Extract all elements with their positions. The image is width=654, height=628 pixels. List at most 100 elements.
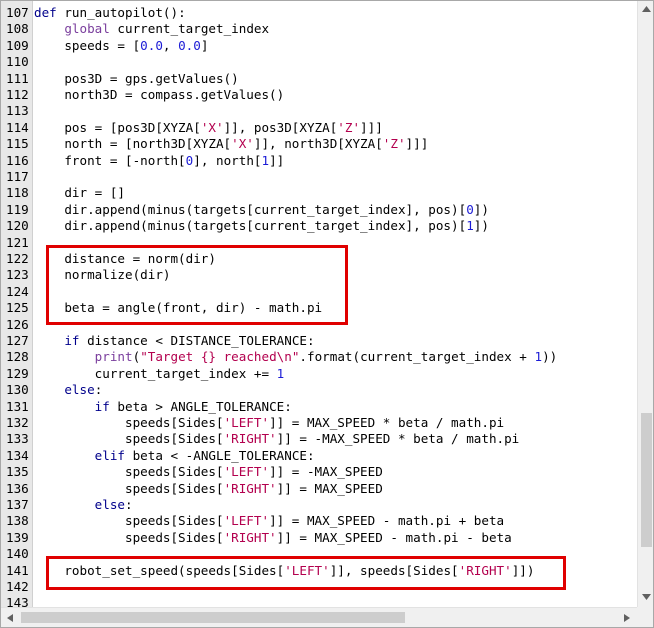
- code-token: 'RIGHT': [223, 431, 277, 447]
- line-number: 116: [6, 152, 29, 168]
- code-line[interactable]: 137 else:: [1, 497, 637, 513]
- code-line[interactable]: 131 if beta > ANGLE_TOLERANCE:: [1, 399, 637, 415]
- line-number: 112: [6, 87, 29, 102]
- code-line[interactable]: 132 speeds[Sides['LEFT']] = MAX_SPEED * …: [1, 415, 637, 431]
- line-number: 122: [6, 251, 29, 266]
- code-token: 1: [261, 152, 270, 168]
- code-token: def: [34, 5, 57, 20]
- line-number: 124: [6, 283, 29, 299]
- code-line[interactable]: 119 dir.append(minus(targets[current_tar…: [1, 202, 637, 218]
- line-text: else:: [34, 382, 102, 398]
- line-text: speeds[Sides['RIGHT']] = MAX_SPEED - mat…: [34, 530, 512, 546]
- line-number: 108: [6, 21, 29, 37]
- code-line[interactable]: 115 north = [north3D[XYZA['X']], north3D…: [1, 136, 637, 152]
- code-line[interactable]: 134 elif beta < -ANGLE_TOLERANCE:: [1, 448, 637, 464]
- line-text: def run_autopilot():: [34, 5, 186, 21]
- line-number: 123: [6, 267, 29, 283]
- line-number: 141: [6, 562, 29, 578]
- line-text: elif beta < -ANGLE_TOLERANCE:: [34, 448, 315, 464]
- code-line[interactable]: 107 def run_autopilot():: [1, 5, 637, 21]
- code-token: ]] = MAX_SPEED: [276, 480, 383, 496]
- line-number: 110: [6, 54, 29, 70]
- line-text: speeds[Sides['LEFT']] = MAX_SPEED * beta…: [34, 415, 504, 431]
- line-text: dir.append(minus(targets[current_target_…: [34, 202, 489, 218]
- horizontal-scroll-thumb[interactable]: [21, 612, 405, 623]
- line-number: 135: [6, 464, 29, 480]
- code-token: ,: [162, 37, 179, 53]
- line-number: 127: [6, 333, 29, 348]
- line-number: 139: [6, 529, 29, 545]
- code-token: ]]]: [360, 119, 383, 135]
- code-token: 0: [466, 201, 474, 217]
- vertical-scroll-thumb[interactable]: [641, 413, 652, 547]
- code-line[interactable]: 136 speeds[Sides['RIGHT']] = MAX_SPEED: [1, 481, 637, 497]
- line-text: pos3D = gps.getValues(): [34, 70, 239, 87]
- code-line[interactable]: 120 dir.append(minus(targets[current_tar…: [1, 218, 637, 234]
- code-token: run_autopilot():: [56, 5, 186, 20]
- code-token: if: [94, 398, 110, 414]
- code-line[interactable]: 138 speeds[Sides['LEFT']] = MAX_SPEED - …: [1, 513, 637, 529]
- code-token: ]): [473, 201, 489, 217]
- code-token: pos3D = gps.getValues(): [34, 70, 239, 86]
- line-number: 126: [6, 316, 29, 332]
- code-line[interactable]: 128 print("Target {} reached\n".format(c…: [1, 349, 637, 365]
- line-text: print("Target {} reached\n".format(curre…: [34, 349, 558, 365]
- scroll-down-arrow-icon[interactable]: [641, 593, 652, 601]
- code-line[interactable]: 133 speeds[Sides['RIGHT']] = -MAX_SPEED …: [1, 431, 637, 447]
- code-token: 'Z': [337, 119, 361, 135]
- vertical-scrollbar[interactable]: [637, 1, 653, 607]
- line-text: speeds = [0.0, 0.0]: [34, 38, 208, 54]
- line-text: speeds[Sides['LEFT']] = MAX_SPEED - math…: [34, 513, 504, 529]
- code-token: speeds[Sides[: [34, 480, 224, 496]
- scroll-right-arrow-icon[interactable]: [623, 613, 631, 623]
- code-line[interactable]: 143: [1, 595, 637, 607]
- code-line[interactable]: 135 speeds[Sides['LEFT']] = -MAX_SPEED: [1, 464, 637, 480]
- code-editor[interactable]: 107 def run_autopilot(): 108 global curren…: [0, 0, 654, 628]
- code-token: ]] = -MAX_SPEED * beta / math.pi: [276, 431, 520, 447]
- code-token: )): [542, 349, 558, 365]
- code-line[interactable]: 118 dir = []: [1, 185, 637, 201]
- code-line[interactable]: 112 north3D = compass.getValues(): [1, 87, 637, 103]
- code-line[interactable]: 110: [1, 54, 637, 70]
- code-line[interactable]: 139 speeds[Sides['RIGHT']] = MAX_SPEED -…: [1, 530, 637, 546]
- code-line[interactable]: 109 speeds = [0.0, 0.0]: [1, 38, 637, 54]
- code-token: "Target {} reached\n": [140, 349, 300, 365]
- code-line[interactable]: 130 else:: [1, 382, 637, 398]
- code-token: 0.0: [178, 37, 201, 53]
- line-text: if beta > ANGLE_TOLERANCE:: [34, 399, 292, 415]
- code-line[interactable]: 108 global current_target_index: [1, 21, 637, 37]
- code-token: ]: [200, 37, 209, 53]
- code-token: speeds[Sides[: [34, 431, 224, 447]
- code-line[interactable]: 127 if distance < DISTANCE_TOLERANCE:: [1, 333, 637, 349]
- code-token: ], north[: [193, 152, 262, 168]
- code-token: 'X': [200, 119, 224, 135]
- code-line[interactable]: 111 pos3D = gps.getValues(): [1, 71, 637, 87]
- code-token: ]]: [269, 152, 285, 168]
- code-token: else: [64, 382, 95, 398]
- code-line[interactable]: 129 current_target_index += 1: [1, 366, 637, 382]
- code-line[interactable]: 116 front = [-north[0], north[1]]: [1, 153, 637, 169]
- code-token: 'RIGHT': [223, 480, 277, 496]
- code-line[interactable]: 117: [1, 169, 637, 185]
- code-line[interactable]: 114 pos = [pos3D[XYZA['X']], pos3D[XYZA[…: [1, 120, 637, 136]
- code-line[interactable]: 113: [1, 103, 637, 119]
- code-token: 'Z': [382, 136, 406, 152]
- line-text: speeds[Sides['RIGHT']] = -MAX_SPEED * be…: [34, 431, 519, 447]
- line-number: 119: [6, 201, 29, 217]
- line-number: 133: [6, 431, 29, 447]
- line-number: 137: [6, 497, 29, 512]
- scroll-left-arrow-icon[interactable]: [6, 613, 14, 623]
- code-token: dir.append(minus(targets[current_target_…: [34, 201, 467, 217]
- line-text: dir = []: [34, 185, 125, 201]
- code-token: .format(current_target_index +: [299, 349, 535, 365]
- code-token: ]], pos3D[XYZA[: [223, 119, 338, 135]
- code-token: speeds[Sides[: [34, 415, 224, 430]
- scroll-up-arrow-icon[interactable]: [641, 5, 652, 13]
- code-token: 'X': [231, 136, 254, 152]
- horizontal-scrollbar[interactable]: [1, 607, 637, 627]
- code-token: else: [94, 497, 126, 512]
